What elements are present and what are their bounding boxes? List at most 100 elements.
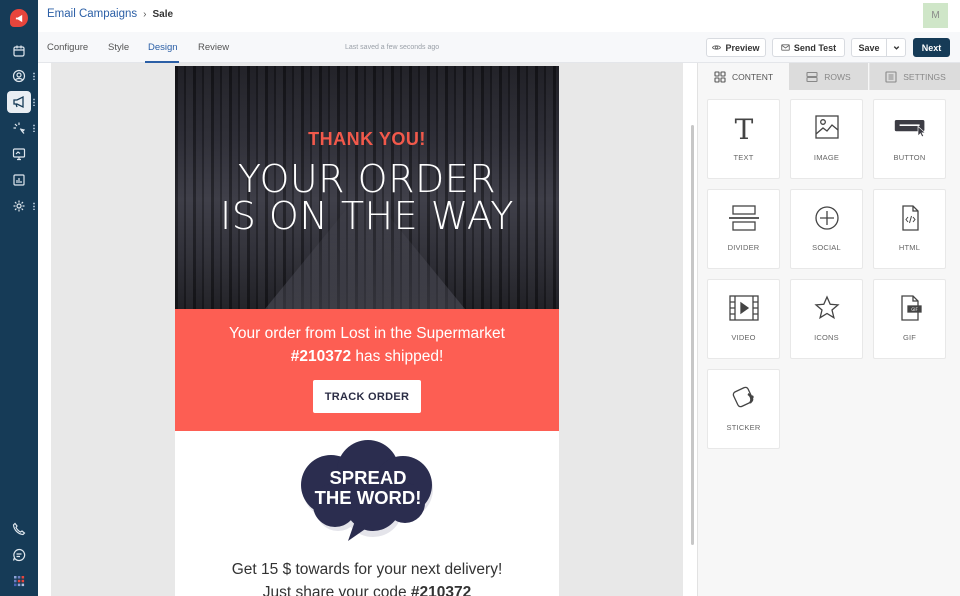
nav-contacts-menu[interactable] [33, 72, 35, 80]
referral-section[interactable]: SPREAD THE WORD! Get 15 $ towards for yo… [175, 431, 559, 596]
contacts-icon [12, 69, 26, 83]
text-t-icon: T [734, 114, 753, 142]
calendar-icon [13, 45, 25, 57]
nav-campaigns[interactable] [7, 91, 31, 113]
block-divider[interactable]: DIVIDER [707, 189, 780, 269]
panel-tabs: CONTENT ROWS SETTINGS [698, 63, 960, 90]
image-icon [814, 115, 839, 139]
email-preview[interactable]: THANK YOU! YOUR ORDER IS ON THE WAY Your… [175, 66, 559, 596]
gif-file-icon: GIF [900, 295, 922, 321]
block-label: BUTTON [893, 153, 926, 162]
next-button[interactable]: Next [913, 38, 950, 57]
block-label: IMAGE [813, 153, 840, 162]
spread-line-2: THE WORD! [314, 487, 422, 508]
left-nav [0, 0, 38, 596]
tab-review[interactable]: Review [198, 42, 229, 53]
tab-content-label: CONTENT [731, 71, 774, 82]
button-cursor-icon [894, 120, 926, 138]
block-text[interactable]: T TEXT [707, 99, 780, 179]
tab-style[interactable]: Style [108, 42, 129, 53]
block-image[interactable]: IMAGE [790, 99, 863, 179]
block-label: STICKER [726, 423, 761, 432]
nav-settings[interactable] [7, 195, 31, 217]
send-test-button[interactable]: Send Test [772, 38, 845, 57]
tab-content[interactable]: CONTENT [698, 63, 789, 90]
block-label: HTML [898, 243, 921, 252]
nav-campaigns-menu[interactable] [33, 98, 35, 106]
save-options-dropdown[interactable] [886, 38, 906, 57]
block-gif[interactable]: GIF GIF [873, 279, 946, 359]
gear-icon [13, 200, 25, 212]
phone-icon [12, 522, 26, 536]
shipped-suffix: has shipped! [351, 348, 444, 365]
block-icons[interactable]: ICONS [790, 279, 863, 359]
block-button[interactable]: BUTTON [873, 99, 946, 179]
referral-message: Get 15 $ towards for your next delivery!… [175, 558, 559, 596]
film-play-icon [728, 295, 759, 321]
megaphone-icon [13, 95, 24, 109]
nav-apps[interactable] [7, 570, 31, 592]
nav-automation-menu[interactable] [33, 124, 35, 132]
editor-toolbar: Configure Style Design Review Last saved… [38, 32, 960, 63]
spread-the-word-text: SPREAD THE WORD! [293, 468, 443, 508]
headline-line-1: YOUR ORDER [237, 157, 497, 201]
breadcrumb: Email Campaigns › Sale [47, 8, 173, 20]
shipped-line-1: Your order from Lost in the Supermarket [229, 325, 505, 342]
megaphone-logo-icon [15, 14, 22, 22]
monitor-edit-icon [12, 148, 26, 161]
tab-configure[interactable]: Configure [47, 42, 88, 53]
tab-settings-label: SETTINGS [903, 71, 946, 82]
block-social[interactable]: SOCIAL [790, 189, 863, 269]
email-editor-app: Email Campaigns › Sale M Configure Style… [0, 0, 960, 596]
block-label: GIF [902, 333, 917, 342]
breadcrumb-current: Sale [152, 8, 174, 20]
preview-button[interactable]: Preview [706, 38, 766, 57]
referral-line-2: Just share your code #210372 [175, 581, 559, 596]
html-file-icon [901, 205, 919, 231]
chat-icon [12, 548, 26, 562]
block-label: DIVIDER [727, 243, 760, 252]
thank-you-heading: THANK YOU! [308, 129, 426, 149]
hero-section[interactable]: THANK YOU! YOUR ORDER IS ON THE WAY [175, 66, 559, 309]
nav-chat[interactable] [7, 544, 31, 566]
nav-automation[interactable] [7, 117, 31, 139]
block-label: TEXT [733, 153, 754, 162]
order-shipped-section[interactable]: Your order from Lost in the Supermarket … [175, 309, 559, 431]
design-canvas: THANK YOU! YOUR ORDER IS ON THE WAY Your… [38, 63, 697, 596]
plus-circle-icon [814, 206, 839, 230]
shipped-line-2: #210372 has shipped! [175, 345, 559, 368]
nav-sites[interactable] [7, 143, 31, 165]
eye-icon [712, 45, 722, 50]
settings-list-icon [885, 70, 897, 83]
track-order-button[interactable]: TRACK ORDER [313, 380, 421, 413]
tab-settings-panel[interactable]: SETTINGS [869, 63, 960, 90]
tab-rows[interactable]: ROWS [789, 63, 868, 90]
brand-logo[interactable] [10, 9, 28, 27]
tab-rows-label: ROWS [824, 71, 851, 82]
nav-settings-menu[interactable] [33, 202, 35, 210]
content-panel: CONTENT ROWS SETTINGS T TEXT IMAGE BUTTO… [697, 63, 960, 596]
block-sticker[interactable]: STICKER [707, 369, 780, 449]
svg-text:GIF: GIF [911, 307, 918, 312]
nav-reports[interactable] [7, 169, 31, 191]
grid-icon [714, 70, 726, 83]
nav-phone[interactable] [7, 518, 31, 540]
block-label: VIDEO [731, 333, 756, 342]
svg-text:T: T [734, 114, 753, 142]
order-number: #210372 [290, 348, 352, 365]
headline-line-2: IS ON THE WAY [220, 194, 514, 238]
breadcrumb-email-campaigns[interactable]: Email Campaigns [47, 8, 137, 20]
save-button[interactable]: Save [851, 38, 887, 57]
divider-icon [728, 205, 759, 231]
preview-label: Preview [725, 42, 760, 53]
send-test-label: Send Test [793, 42, 837, 53]
referral-prefix: Just share your code [262, 584, 411, 596]
canvas-scrollbar-thumb[interactable] [691, 125, 694, 545]
nav-contacts[interactable] [7, 65, 31, 87]
tab-design[interactable]: Design [148, 42, 178, 53]
block-video[interactable]: VIDEO [707, 279, 780, 359]
avatar[interactable]: M [923, 3, 948, 28]
nav-calendar[interactable] [7, 40, 31, 62]
block-html[interactable]: HTML [873, 189, 946, 269]
referral-code: #210372 [410, 584, 472, 596]
